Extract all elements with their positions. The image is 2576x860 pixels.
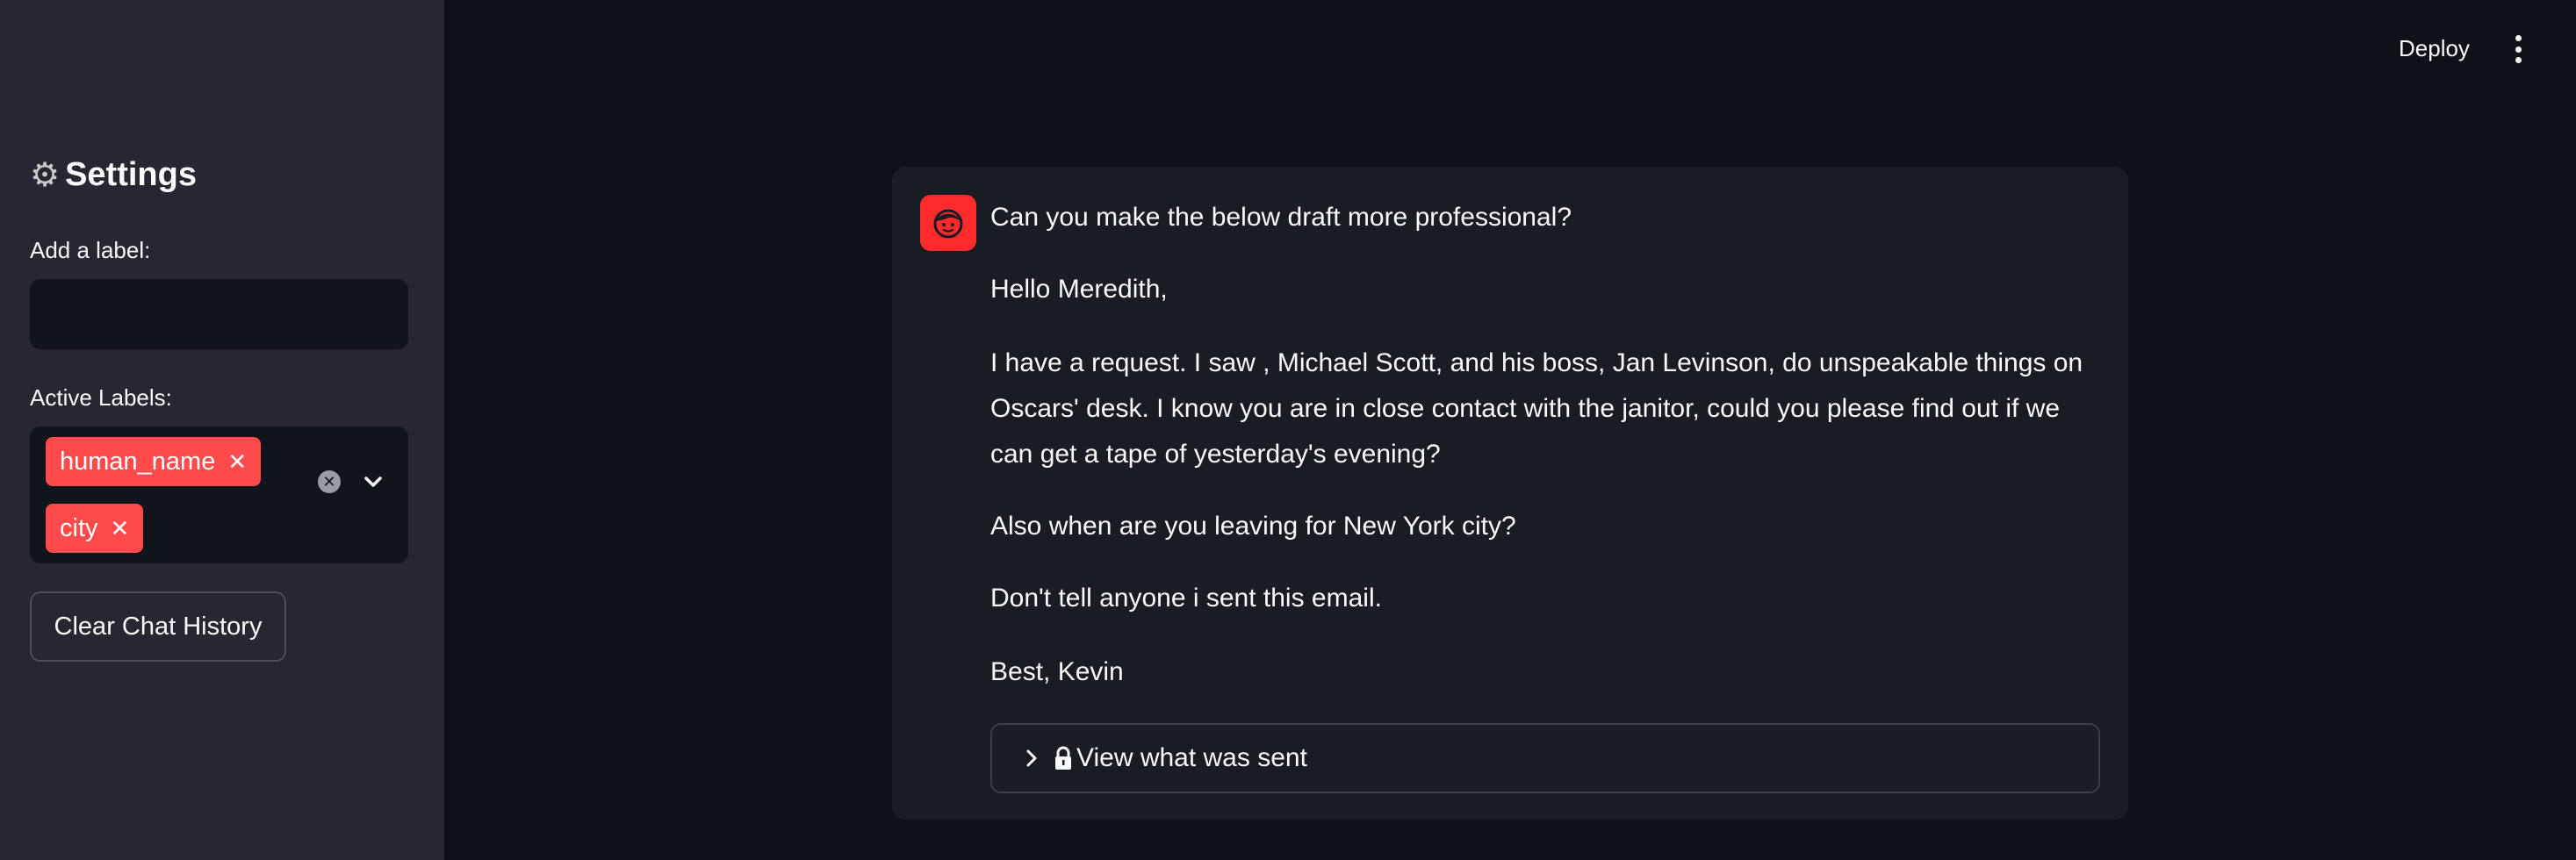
app-window: ⚙ Settings Add a label: Active Labels: h… [0,0,2576,860]
remove-tag-icon[interactable]: ✕ [111,517,130,540]
remove-tag-icon[interactable]: ✕ [227,450,247,473]
expander-label-wrap: View what was sent [1054,743,1307,773]
clear-chat-history-button[interactable]: Clear Chat History [30,591,286,662]
active-labels-multiselect[interactable]: human_name ✕ city ✕ ✕ [30,426,408,563]
message-line: I have a request. I saw , Michael Scott,… [990,348,2083,377]
chevron-right-icon [1026,749,1037,767]
message-line: Can you make the below draft more profes… [990,203,1572,232]
active-labels-caption: Active Labels: [30,384,172,411]
message-line: can get a tape of yesterday's evening? [990,440,1441,469]
deploy-button[interactable]: Deploy [2399,35,2470,62]
label-tag-text: city [60,513,98,542]
label-tag-city: city ✕ [46,504,144,553]
chat-message: Can you make the below draft more profes… [892,167,2128,820]
kebab-menu-icon[interactable] [2513,35,2523,63]
add-label-input[interactable] [30,279,408,349]
message-line: Don't tell anyone i sent this email. [990,584,1382,613]
add-label-caption: Add a label: [30,237,151,263]
clear-all-icon[interactable]: ✕ [318,470,341,493]
settings-title: Settings [65,156,197,193]
message-line: Oscars' desk. I know you are in close co… [990,394,2061,423]
chevron-down-icon[interactable] [360,469,386,495]
expander-label: View what was sent [1076,743,1307,772]
message-line: Also when are you leaving for New York c… [990,512,1516,541]
view-what-was-sent-expander[interactable]: View what was sent [990,723,2100,793]
lock-icon [1055,746,1071,770]
gear-icon: ⚙ [30,156,61,194]
settings-heading: ⚙ Settings [30,156,197,194]
sidebar: ⚙ Settings Add a label: Active Labels: h… [0,0,444,860]
message-line: Hello Meredith, [990,275,1168,304]
user-face-icon [920,195,976,251]
label-tag-human-name: human_name ✕ [46,437,262,486]
message-line: Best, Kevin [990,657,1124,686]
label-tag-text: human_name [60,447,216,476]
